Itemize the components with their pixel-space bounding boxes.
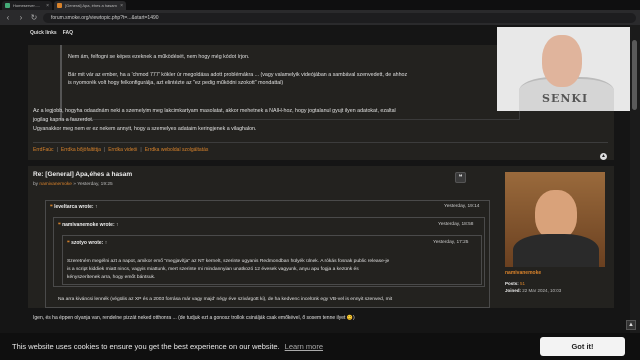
tab-label: [General] Apa, éhes a hasam (65, 3, 117, 8)
quote-wrote: wrote: ↑ (99, 222, 119, 228)
cookie-message: This website uses cookies to ensure you … (12, 342, 280, 351)
quote-text: Bár mit vár az ember, ha a 'chmod 777' k… (68, 72, 408, 78)
tab-forum[interactable]: [General] Apa, éhes a hasam × (54, 1, 126, 10)
post-text: Igen, és ha éppen olyanja van, rendelne … (33, 315, 355, 321)
url-input[interactable]: forum.smoke.org/viewtopic.php?t=...&star… (43, 12, 636, 23)
browser-tab-strip: Homeserver..... × [General] Apa, éhes a … (0, 0, 640, 10)
signature-link[interactable]: Errdka videói (108, 147, 137, 153)
scrollbar-thumb[interactable] (632, 40, 637, 110)
profile-joined: Joined: 22 Mar 2024, 10:03 (505, 288, 561, 293)
quote-text: Szeretném megélni azt a napot, amikor em… (67, 259, 390, 264)
quote-button[interactable]: ❝ (455, 172, 466, 183)
profile-username[interactable]: namivanemoke (505, 270, 541, 276)
quote-text: is a script kiddiek miatt nincs, vagyis … (67, 267, 359, 272)
post-text: Ugyanakkor meg nem er ez nekem annyit, h… (33, 126, 257, 132)
post-author-link[interactable]: namivanemoke (39, 182, 72, 187)
avatar[interactable] (505, 172, 605, 267)
forum-navbar: Quick links FAQ (30, 30, 73, 36)
by-prefix: by (33, 182, 39, 187)
quote-text: is nyomorék volt hogy felkonfigurálja, a… (68, 80, 284, 86)
close-icon[interactable]: × (120, 3, 123, 9)
quote-wrote: wrote: ↑ (78, 204, 98, 210)
quote-author[interactable]: namivanemoke (62, 222, 98, 228)
quote-date: Yesterday, 19:14 (444, 204, 480, 209)
quote-icon: ❝ (58, 222, 61, 228)
post-title[interactable]: Re: [General] Apa,éhes a hasam (33, 171, 132, 178)
learn-more-link[interactable]: Learn more (285, 342, 323, 351)
quote-date: Yesterday, 18:58 (438, 222, 474, 227)
cookie-banner: This website uses cookies to ensure you … (0, 333, 640, 360)
quote-author[interactable]: leveltarca (54, 204, 77, 210)
webcam-overlay: SENKI (497, 27, 640, 111)
scroll-up-icon[interactable]: ▲ (626, 320, 636, 330)
posts-count: 51 (520, 281, 526, 286)
back-icon[interactable]: ‹ (4, 13, 12, 22)
quote-header: ❝ leveltarca wrote: ↑ (50, 204, 97, 210)
faq-link[interactable]: FAQ (63, 30, 73, 36)
quote-date: Yesterday, 17:25 (433, 240, 469, 245)
quote-header: ❝ namivanemoke wrote: ↑ (58, 222, 119, 228)
quote-text: Nem ám, felfogni se képes ezeknek a műkö… (68, 54, 250, 60)
post-byline: by namivanemoke » Yesterday, 19:25 (33, 182, 113, 187)
signature-link[interactable]: Errdka weboldal szolgáltatás (145, 147, 209, 153)
quick-links-link[interactable]: Quick links (30, 30, 57, 36)
profile-posts: Posts: 51 (505, 281, 525, 286)
signature: ErrdFaúc | Errdka bőjöfaltittja | Errdka v… (33, 147, 209, 153)
post-text: Az a legjobb, hogyha odaadnám neki a sze… (33, 108, 396, 114)
shirt-text: SENKI (542, 92, 589, 105)
tab-label: Homeserver..... (13, 3, 41, 8)
back-to-top-icon[interactable]: ▲ (600, 153, 607, 160)
tab-homeserver[interactable]: Homeserver..... × (2, 1, 52, 10)
tab-favicon-icon (57, 3, 62, 8)
reload-icon[interactable]: ↻ (30, 13, 38, 22)
got-it-button[interactable]: Got it! (540, 337, 625, 356)
quote-author[interactable]: szotyo (71, 240, 87, 246)
joined-date: 22 Mar 2024, 10:03 (522, 288, 562, 293)
post-date: » Yesterday, 19:25 (73, 182, 113, 187)
signature-divider (33, 142, 608, 143)
joined-label: Joined: (505, 288, 522, 293)
quote-wrote: wrote: ↑ (88, 240, 108, 246)
posts-label: Posts: (505, 281, 519, 286)
signature-link[interactable]: Errdka bőjöfaltittja (61, 147, 101, 153)
quote-text: Na arra kiváncsi lennék (végülis az XP é… (58, 297, 393, 302)
quote-icon: ❝ (50, 204, 53, 210)
post-text: jogilag kapna a faszerdot. (33, 117, 94, 123)
tab-favicon-icon (5, 3, 10, 8)
quote-icon: ❝ (67, 240, 70, 246)
quote-header: ❝ szotyo wrote: ↑ (67, 240, 107, 246)
signature-link[interactable]: ErrdFaúc (33, 147, 54, 153)
forward-icon[interactable]: › (17, 13, 25, 22)
address-bar: ‹ › ↻ forum.smoke.org/viewtopic.php?t=..… (0, 10, 640, 25)
quote-text: kényszerítenek arra, hogy emőt bántsuk. (67, 275, 156, 280)
close-icon[interactable]: × (46, 3, 49, 9)
